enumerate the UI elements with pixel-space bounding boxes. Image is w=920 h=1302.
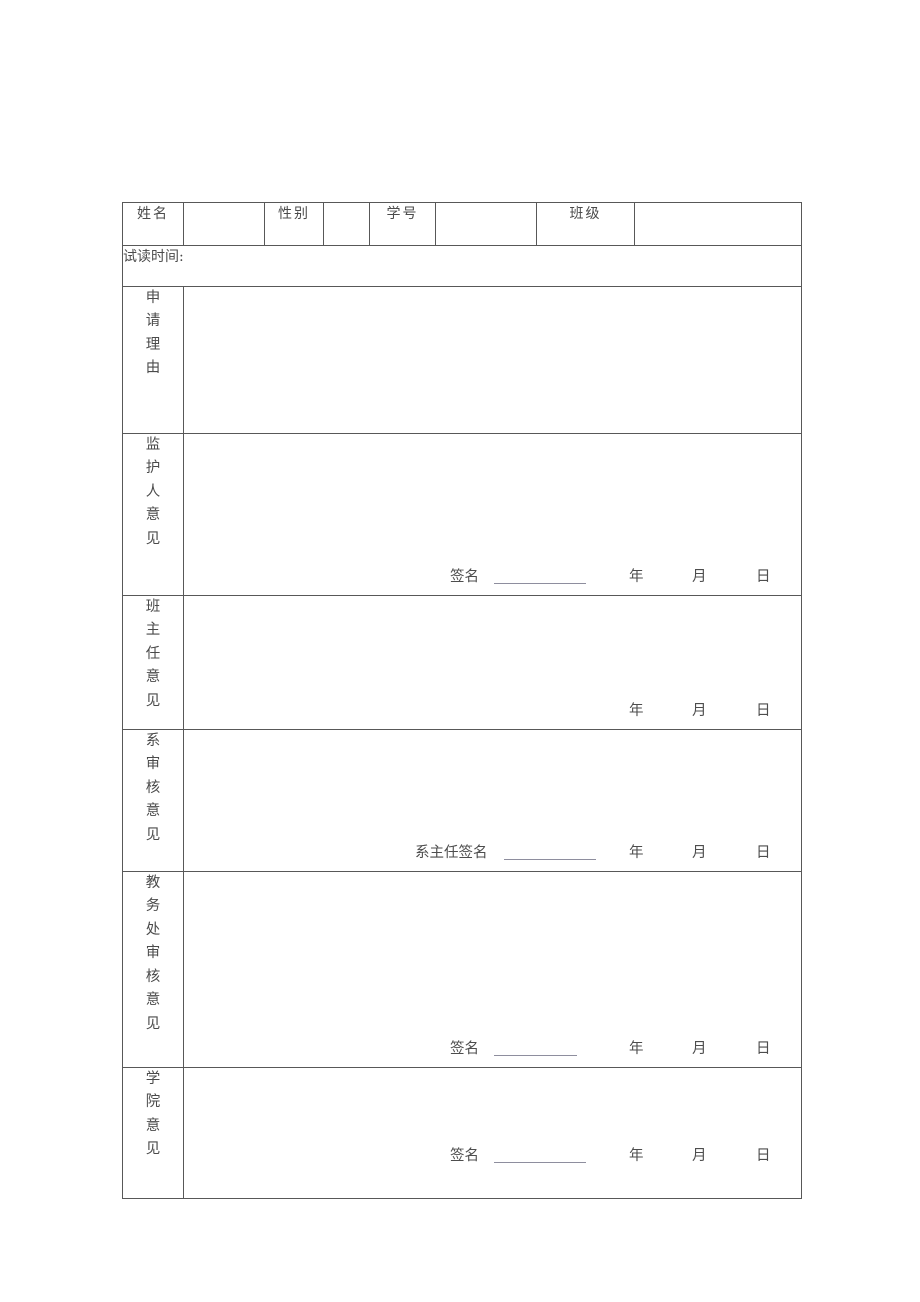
label-department-review-text: 系 审 核 意 见 [145, 733, 161, 843]
label-student-id: 学号 [369, 202, 436, 246]
signature-row-class-teacher: 年 月 日 [184, 700, 801, 720]
signature-rule-academic-affairs[interactable] [494, 1054, 577, 1056]
table-row-academic-affairs-review: 教 务 处 审 核 意 见 签名 年 月 日 [122, 871, 802, 1068]
label-college-opinion: 学 院 意 见 [122, 1067, 184, 1199]
signature-label-department: 系主任签名 [415, 845, 488, 861]
signature-row-academic-affairs: 签名 年 月 日 [184, 1038, 801, 1058]
label-application-reason-text: 申 请 理 由 [145, 290, 161, 377]
date-year-class-teacher: 年 [629, 703, 644, 719]
label-application-reason: 申 请 理 由 [122, 286, 184, 434]
student-trial-application-form: 姓名 性别 学号 班级 试读时间: 申 请 理 由 监 护 人 意 见 签名 年… [122, 202, 802, 1199]
date-year-academic-affairs: 年 [629, 1041, 644, 1057]
date-day-department: 日 [756, 845, 771, 861]
field-class-value[interactable] [634, 202, 802, 246]
date-year-guardian: 年 [629, 569, 644, 585]
table-row-trial-period: 试读时间: [122, 245, 802, 287]
label-guardian-opinion: 监 护 人 意 见 [122, 433, 184, 596]
label-class-teacher-opinion-text: 班 主 任 意 见 [145, 599, 161, 709]
table-row-department-review: 系 审 核 意 见 系主任签名 年 月 日 [122, 729, 802, 872]
date-month-guardian: 月 [692, 569, 707, 585]
field-guardian-opinion-content[interactable]: 签名 年 月 日 [183, 433, 802, 596]
label-class: 班级 [536, 202, 635, 246]
field-application-reason-content[interactable] [183, 286, 802, 434]
field-department-review-content[interactable]: 系主任签名 年 月 日 [183, 729, 802, 872]
date-month-department: 月 [692, 845, 707, 861]
signature-label-academic-affairs: 签名 [450, 1041, 479, 1057]
table-row-class-teacher-opinion: 班 主 任 意 见 年 月 日 [122, 595, 802, 730]
field-class-teacher-opinion-content[interactable]: 年 月 日 [183, 595, 802, 730]
date-day-class-teacher: 日 [756, 703, 771, 719]
label-trial-period[interactable]: 试读时间: [122, 245, 802, 287]
signature-row-guardian: 签名 年 月 日 [184, 566, 801, 586]
signature-row-college: 签名 年 月 日 [184, 1145, 801, 1165]
signature-rule-college[interactable] [494, 1161, 586, 1163]
table-row-application-reason: 申 请 理 由 [122, 286, 802, 434]
date-month-class-teacher: 月 [692, 703, 707, 719]
signature-rule-department[interactable] [504, 858, 596, 860]
signature-label-college: 签名 [450, 1148, 479, 1164]
field-gender-value[interactable] [323, 202, 370, 246]
label-name: 姓名 [122, 202, 184, 246]
field-student-id-value[interactable] [435, 202, 537, 246]
table-row-college-opinion: 学 院 意 见 签名 年 月 日 [122, 1067, 802, 1199]
date-day-college: 日 [756, 1148, 771, 1164]
table-row-guardian-opinion: 监 护 人 意 见 签名 年 月 日 [122, 433, 802, 596]
signature-rule-guardian[interactable] [494, 582, 586, 584]
field-college-opinion-content[interactable]: 签名 年 月 日 [183, 1067, 802, 1199]
signature-label-guardian: 签名 [450, 569, 479, 585]
date-month-college: 月 [692, 1148, 707, 1164]
date-month-academic-affairs: 月 [692, 1041, 707, 1057]
date-year-department: 年 [629, 845, 644, 861]
label-academic-affairs-review-text: 教 务 处 审 核 意 见 [145, 875, 161, 1032]
label-guardian-opinion-text: 监 护 人 意 见 [145, 437, 161, 547]
field-academic-affairs-review-content[interactable]: 签名 年 月 日 [183, 871, 802, 1068]
field-name-value[interactable] [183, 202, 265, 246]
date-day-guardian: 日 [756, 569, 771, 585]
label-department-review: 系 审 核 意 见 [122, 729, 184, 872]
label-class-teacher-opinion: 班 主 任 意 见 [122, 595, 184, 730]
table-row-identity: 姓名 性别 学号 班级 [122, 202, 802, 246]
date-year-college: 年 [629, 1148, 644, 1164]
signature-row-department: 系主任签名 年 月 日 [184, 842, 801, 862]
label-college-opinion-text: 学 院 意 见 [145, 1071, 161, 1158]
label-gender: 性别 [264, 202, 324, 246]
date-day-academic-affairs: 日 [756, 1041, 771, 1057]
label-academic-affairs-review: 教 务 处 审 核 意 见 [122, 871, 184, 1068]
document-page: 姓名 性别 学号 班级 试读时间: 申 请 理 由 监 护 人 意 见 签名 年… [0, 0, 920, 1302]
